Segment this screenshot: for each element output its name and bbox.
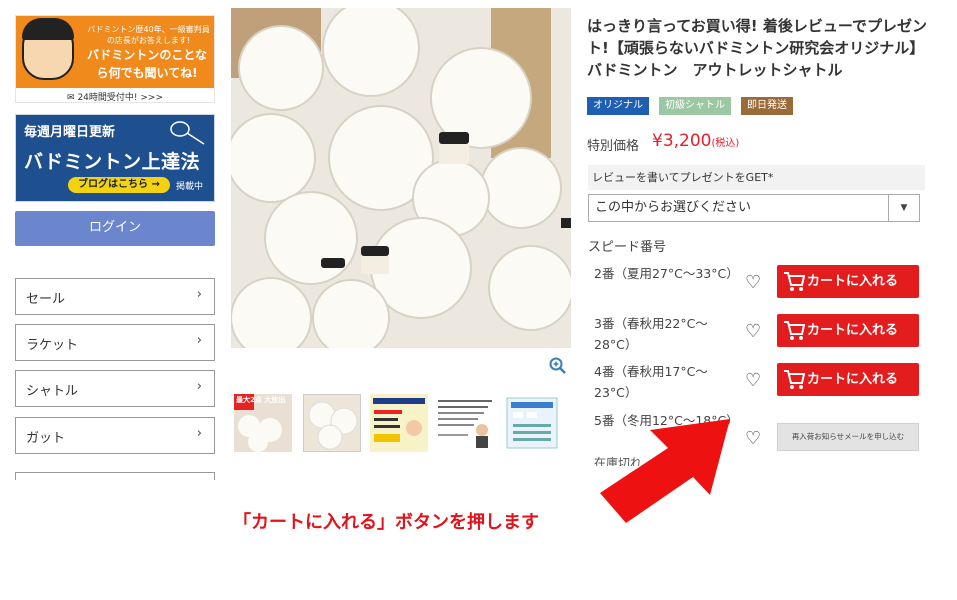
option-label: 3番（春秋用22°C〜28°C） (594, 316, 708, 352)
favorite-heart-icon[interactable]: ♡ (745, 272, 761, 293)
zoom-icon[interactable] (549, 357, 567, 379)
category-label: ガット (26, 431, 66, 446)
category-item-grip-partial[interactable] (15, 472, 215, 480)
option-label: 2番（夏用27°C〜33°C） (594, 266, 739, 281)
blog-banner-subtitle: 毎週月曜日更新 (24, 125, 116, 140)
thumbnail-1[interactable]: 最大2点 大放出 (234, 394, 292, 452)
contact-banner-title: バドミントンのことなら何でも聞いてね! (86, 48, 207, 80)
contact-banner-footer-text: 24時間受付中! >>> (77, 93, 163, 103)
favorite-heart-icon[interactable]: ♡ (745, 428, 761, 449)
add-to-cart-button[interactable]: カートに入れる (777, 265, 919, 298)
thumbnail-3[interactable] (370, 394, 428, 452)
review-present-select[interactable]: この中からお選びください ▼ (588, 194, 920, 222)
badge-same-day-shipping: 即日発送 (741, 97, 793, 115)
favorite-heart-icon[interactable]: ♡ (745, 370, 761, 391)
speed-number-heading: スピード番号 (588, 240, 667, 255)
avatar-hair (22, 18, 74, 40)
product-main-image[interactable] (231, 8, 571, 348)
blog-link-button[interactable]: ブログはこちら → (68, 177, 170, 193)
chevron-right-icon: › (196, 379, 202, 394)
category-item-sale[interactable]: セール › (15, 278, 215, 315)
restock-notify-button[interactable]: 再入荷お知らせメールを申し込む (777, 423, 919, 451)
chevron-right-icon: › (196, 333, 202, 348)
racket-icon (170, 121, 205, 145)
contact-banner[interactable]: バドミントン歴40年、一級審判員の店長がお答えします! バドミントンのことなら何… (15, 15, 215, 103)
review-present-label: レビューを書いてプレゼントをGET* (588, 165, 925, 190)
thumbnail-chart-image (506, 397, 558, 449)
badge-beginner-shuttle: 初級シャトル (659, 97, 731, 115)
badge-original: オリジナル (587, 97, 649, 115)
price-tax-note: (税込) (711, 138, 740, 149)
cart-icon (784, 272, 805, 291)
category-item-shuttle[interactable]: シャトル › (15, 370, 215, 407)
contact-banner-subtitle: バドミントン歴40年、一級審判員の店長がお答えします! (87, 25, 210, 45)
thumbnail-info-image (370, 394, 428, 452)
select-value: この中からお選びください (595, 200, 752, 215)
cart-icon (784, 321, 805, 340)
chevron-right-icon: › (196, 426, 202, 441)
chevron-right-icon: › (196, 287, 202, 302)
annotation-area (0, 480, 957, 600)
chevron-down-icon: ▼ (888, 195, 919, 221)
add-to-cart-label: カートに入れる (807, 274, 899, 289)
contact-banner-footer: ✉ 24時間受付中! >>> (16, 90, 214, 103)
thumbnail-text-image (438, 400, 492, 448)
option-label: 4番（春秋用17°C〜23°C） (594, 364, 708, 400)
red-arrow-annotation (600, 419, 730, 523)
category-label: ラケット (26, 338, 79, 353)
add-to-cart-label: カートに入れる (807, 372, 899, 387)
blog-banner-title: バドミントン上達法 (24, 151, 201, 173)
category-item-racket[interactable]: ラケット › (15, 324, 215, 361)
category-item-string[interactable]: ガット › (15, 417, 215, 454)
price-label: 特別価格 (587, 139, 640, 154)
thumbnail-4[interactable] (436, 394, 494, 452)
add-to-cart-button[interactable]: カートに入れる (777, 314, 919, 347)
mail-icon: ✉ (67, 93, 75, 103)
thumbnail-sale-label: 最大2点 大放出 (236, 396, 286, 404)
thumbnail-shuttle-image (308, 401, 358, 450)
product-title: はっきり言ってお買い得! 着後レビューでプレゼント!【頑張らないバドミントン研究… (587, 17, 927, 79)
thumbnail-2[interactable] (303, 394, 361, 452)
thumbnail-5[interactable] (503, 394, 561, 452)
add-to-cart-label: カートに入れる (807, 323, 899, 338)
price-amount: ¥3,200 (652, 131, 712, 151)
price-value: ¥3,200(税込) (652, 131, 739, 151)
login-button[interactable]: ログイン (15, 211, 215, 246)
shuttlecock-photo (231, 8, 571, 348)
blog-banner-tag: 掲載中 (176, 182, 204, 192)
add-to-cart-button[interactable]: カートに入れる (777, 363, 919, 396)
blog-banner[interactable]: 毎週月曜日更新 バドミントン上達法 ブログはこちら → 掲載中 (15, 114, 215, 202)
favorite-heart-icon[interactable]: ♡ (745, 321, 761, 342)
instruction-caption: 「カートに入れる」ボタンを押します (233, 512, 539, 533)
cart-icon (784, 370, 805, 389)
category-label: セール (26, 292, 66, 307)
category-label: シャトル (26, 384, 79, 399)
